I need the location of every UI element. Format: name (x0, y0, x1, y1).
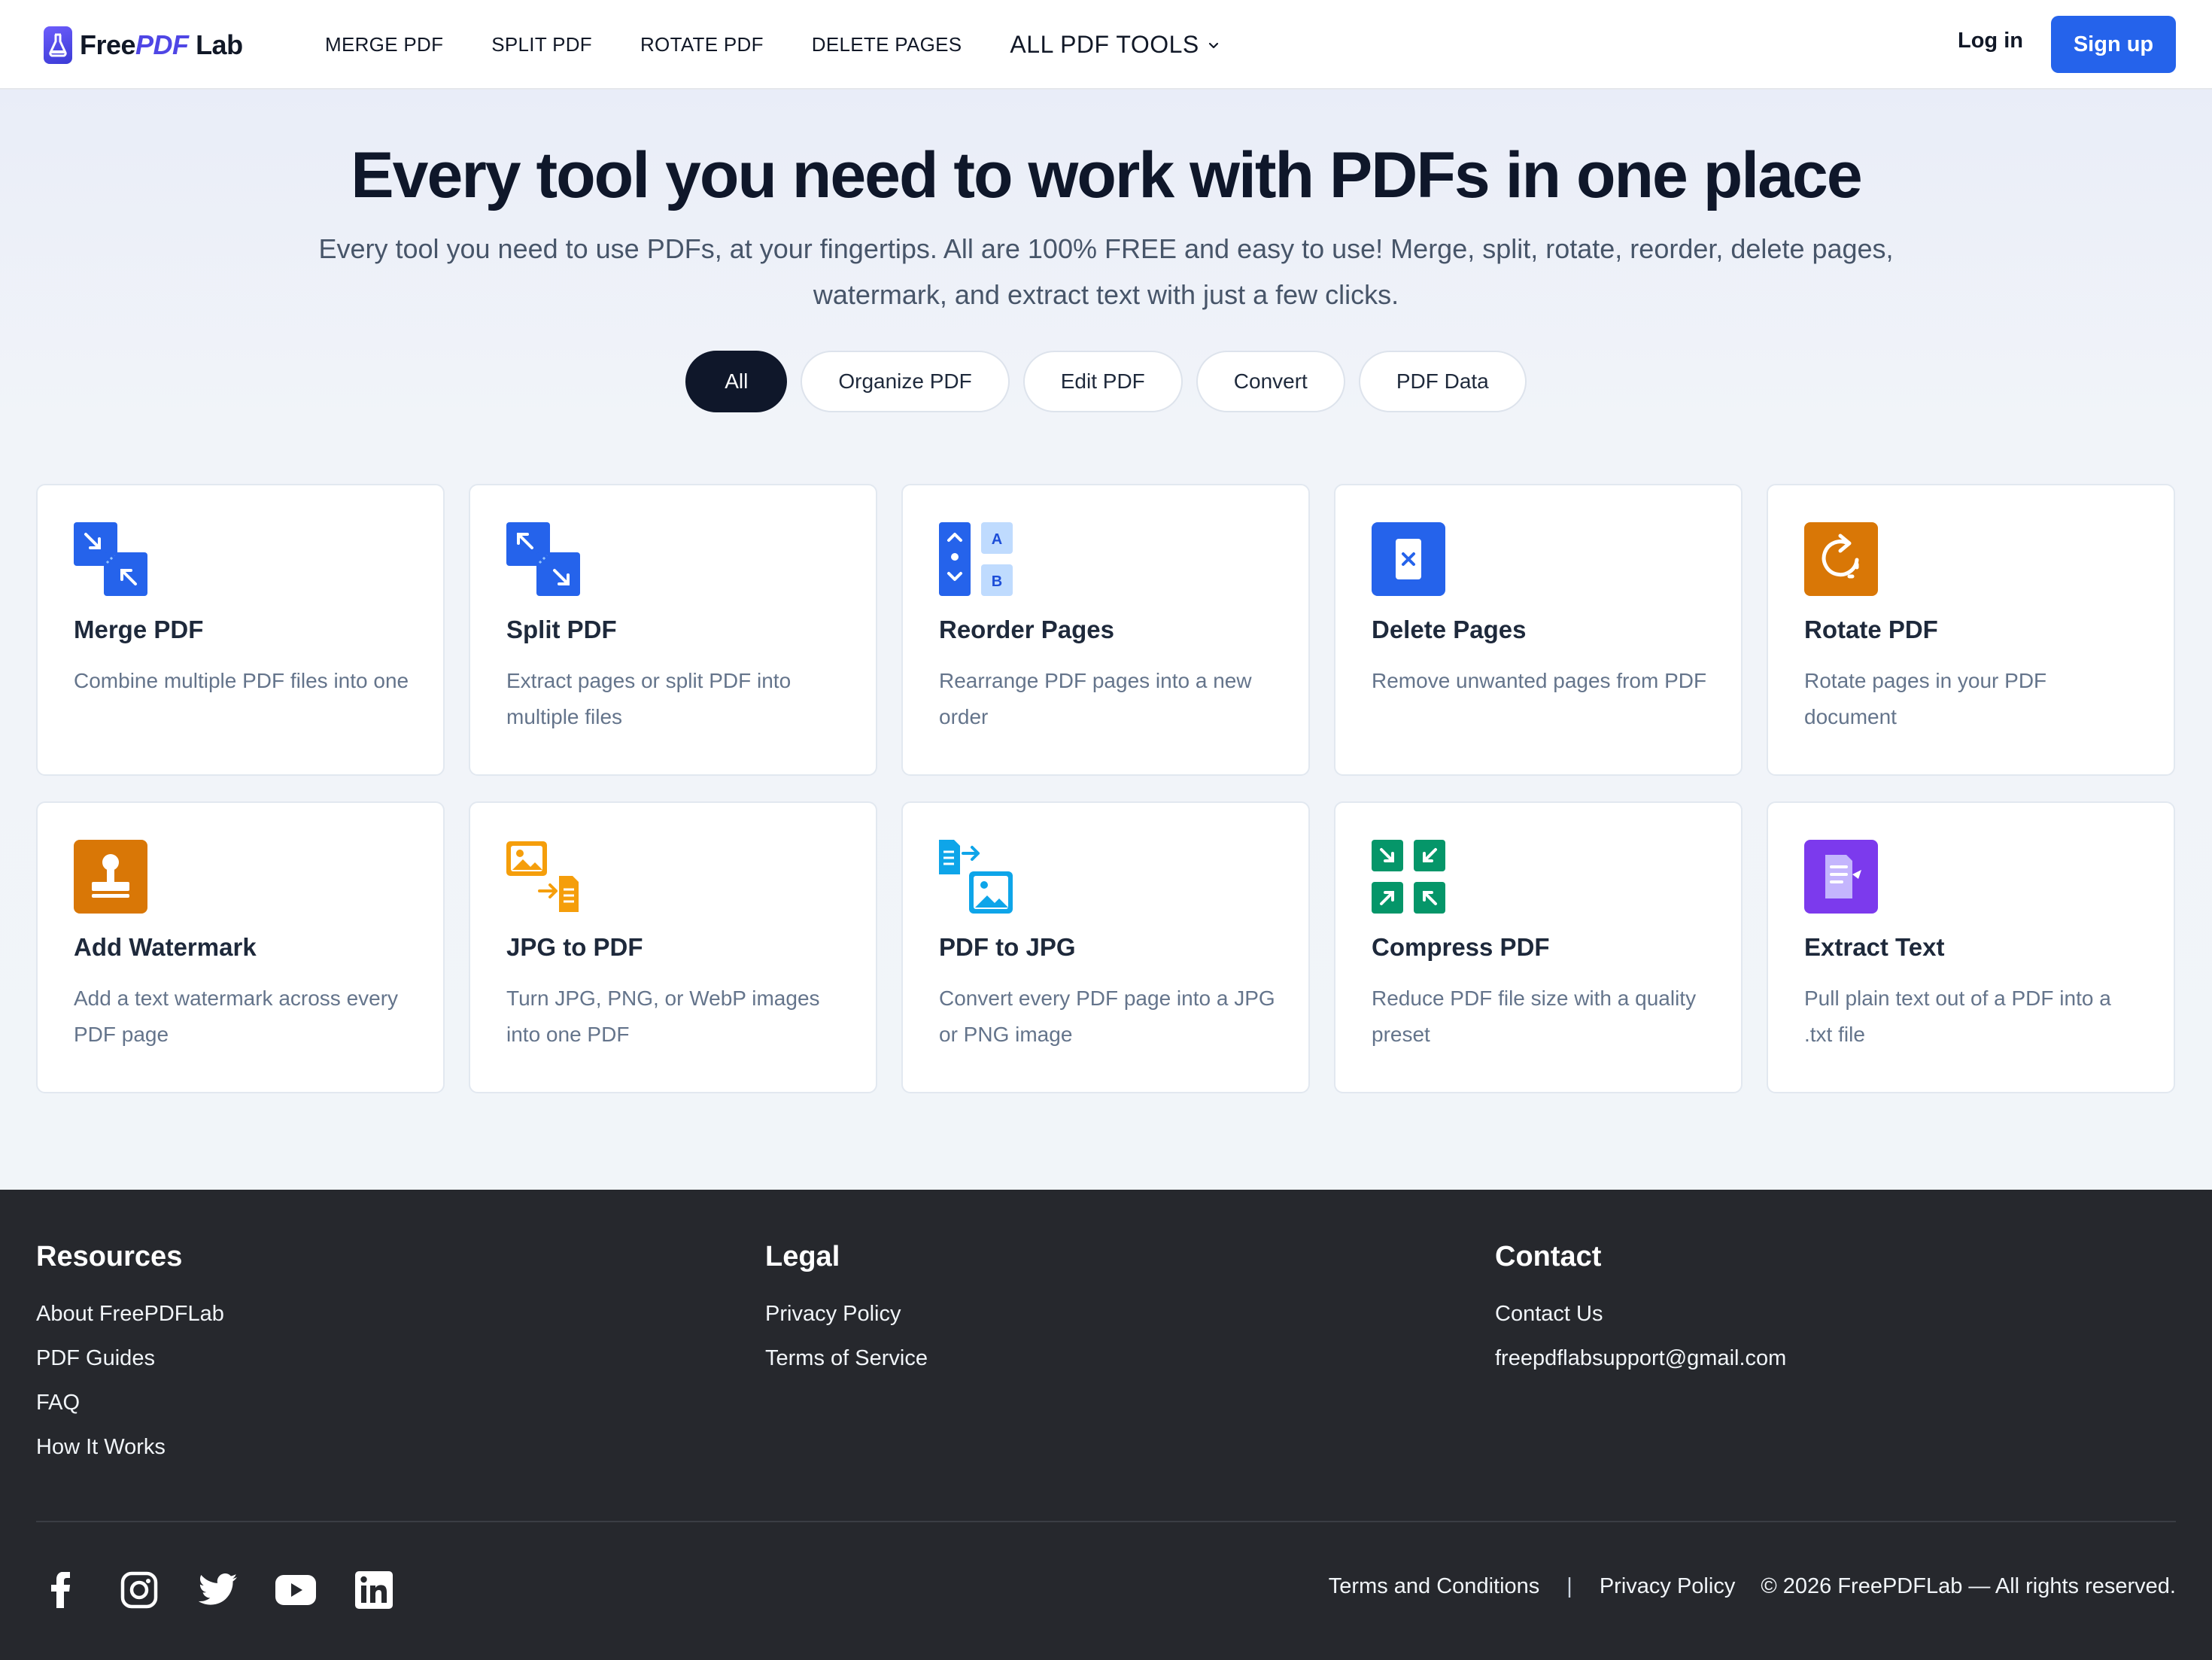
brand-logo[interactable]: FreePDF Lab (44, 25, 243, 65)
tool-desc: Extract pages or split PDF into multiple… (506, 669, 792, 728)
svg-text:A: A (992, 531, 1002, 548)
tool-title: JPG to PDF (506, 933, 643, 961)
top-navbar: FreePDF Lab MERGE PDF SPLIT PDF ROTATE P… (0, 0, 2212, 90)
brand-name: FreePDF Lab (80, 29, 243, 61)
tool-desc: Reduce PDF file size with a quality pres… (1372, 987, 1697, 1046)
brand-free: Free (80, 29, 136, 60)
footer-link-contact-us[interactable]: Contact Us (1495, 1302, 1786, 1326)
footer-resources: Resources About FreePDFLab PDF Guides FA… (36, 1241, 224, 1479)
chevron-down-icon (1208, 42, 1218, 48)
tool-desc: Remove unwanted pages from PDF (1372, 669, 1707, 692)
tool-grid: Merge PDF Combine multiple PDF files int… (36, 484, 2176, 1093)
tool-title: PDF to JPG (939, 933, 1076, 961)
tool-card-delete-pages[interactable]: Delete Pages Remove unwanted pages from … (1334, 484, 1743, 776)
footer-legal: Legal Privacy Policy Terms of Service (765, 1241, 928, 1391)
tool-desc: Turn JPG, PNG, or WebP images into one P… (506, 987, 820, 1046)
split-icon (506, 522, 580, 596)
filter-organize-pdf[interactable]: Organize PDF (801, 351, 1010, 412)
tool-desc: Rotate pages in your PDF document (1804, 669, 2047, 728)
filter-edit-pdf[interactable]: Edit PDF (1022, 351, 1183, 412)
tool-desc: Convert every PDF page into a JPG or PNG… (939, 987, 1275, 1046)
footer-link-email[interactable]: freepdflabsupport@gmail.com (1495, 1346, 1786, 1370)
footer-separator: | (1566, 1574, 1572, 1598)
filter-pdf-data[interactable]: PDF Data (1358, 351, 1527, 412)
instagram-icon[interactable] (119, 1570, 160, 1610)
nav-split-pdf[interactable]: SPLIT PDF (491, 33, 592, 56)
filter-all[interactable]: All (685, 351, 788, 412)
rotate-icon (1804, 522, 1878, 596)
tool-card-jpg-to-pdf[interactable]: JPG to PDF Turn JPG, PNG, or WebP images… (469, 801, 877, 1093)
facebook-icon[interactable] (41, 1570, 81, 1610)
brand-lab: Lab (196, 29, 243, 60)
footer-link-privacy[interactable]: Privacy Policy (765, 1302, 928, 1326)
tool-card-split-pdf[interactable]: Split PDF Extract pages or split PDF int… (469, 484, 877, 776)
tool-title: Rotate PDF (1804, 616, 1938, 643)
flask-icon (44, 26, 72, 64)
nav-rotate-pdf[interactable]: ROTATE PDF (640, 33, 764, 56)
delete-page-icon (1372, 522, 1445, 596)
tool-title: Extract Text (1804, 933, 1945, 961)
pdf-to-image-icon (939, 840, 1013, 914)
nav-all-pdf-tools-label: ALL PDF TOOLS (1010, 31, 1199, 58)
footer-resources-title: Resources (36, 1241, 183, 1272)
page-subtitle: Every tool you need to use PDFs, at your… (318, 233, 1894, 310)
tool-card-add-watermark[interactable]: Add Watermark Add a text watermark acros… (36, 801, 445, 1093)
footer-privacy-policy[interactable]: Privacy Policy (1600, 1574, 1736, 1599)
nav-merge-pdf[interactable]: MERGE PDF (325, 33, 443, 56)
merge-icon (74, 522, 147, 596)
tool-title: Split PDF (506, 616, 617, 643)
tool-title: Delete Pages (1372, 616, 1527, 643)
extract-text-icon (1804, 840, 1878, 914)
footer-link-faq[interactable]: FAQ (36, 1391, 224, 1415)
footer-contact-title: Contact (1495, 1241, 1602, 1272)
tool-desc: Add a text watermark across every PDF pa… (74, 987, 399, 1046)
login-link[interactable]: Log in (1958, 29, 2023, 53)
tool-title: Add Watermark (74, 933, 257, 961)
brand-pdf: PDF (135, 29, 189, 60)
tool-desc: Rearrange PDF pages into a new order (939, 669, 1252, 728)
category-filters: All Organize PDF Edit PDF Convert PDF Da… (0, 351, 2212, 412)
footer-terms-conditions[interactable]: Terms and Conditions (1329, 1574, 1539, 1599)
twitter-icon[interactable] (197, 1570, 238, 1610)
tool-title: Compress PDF (1372, 933, 1550, 961)
tool-card-rotate-pdf[interactable]: Rotate PDF Rotate pages in your PDF docu… (1767, 484, 2175, 776)
compress-icon (1372, 840, 1445, 914)
tool-card-extract-text[interactable]: Extract Text Pull plain text out of a PD… (1767, 801, 2175, 1093)
reorder-icon: A B (939, 522, 1013, 596)
tool-title: Reorder Pages (939, 616, 1114, 643)
copyright-text: © 2026 FreePDFLab — All rights reserved. (1761, 1574, 2176, 1598)
signup-button[interactable]: Sign up (2051, 16, 2176, 73)
footer-bottom-links: Terms and Conditions | Privacy Policy © … (1329, 1574, 2176, 1599)
tool-card-pdf-to-jpg[interactable]: PDF to JPG Convert every PDF page into a… (901, 801, 1310, 1093)
main-nav: MERGE PDF SPLIT PDF ROTATE PDF DELETE PA… (325, 0, 1269, 90)
footer-contact: Contact Contact Us freepdflabsupport@gma… (1495, 1241, 1786, 1391)
tool-card-merge-pdf[interactable]: Merge PDF Combine multiple PDF files int… (36, 484, 445, 776)
tool-desc: Pull plain text out of a PDF into a .txt… (1804, 987, 2111, 1046)
nav-all-pdf-tools[interactable]: ALL PDF TOOLS (1010, 31, 1220, 59)
footer-divider (36, 1521, 2176, 1522)
svg-text:B: B (992, 573, 1002, 590)
image-to-pdf-icon (506, 841, 579, 912)
tool-card-reorder-pages[interactable]: A B Reorder Pages Rearrange PDF pages in… (901, 484, 1310, 776)
page-title: Every tool you need to work with PDFs in… (351, 139, 1862, 211)
footer-link-terms[interactable]: Terms of Service (765, 1346, 928, 1370)
site-footer: Resources About FreePDFLab PDF Guides FA… (0, 1190, 2212, 1660)
footer-link-how-it-works[interactable]: How It Works (36, 1435, 224, 1459)
tool-title: Merge PDF (74, 616, 204, 643)
nav-delete-pages[interactable]: DELETE PAGES (812, 33, 962, 56)
hero-section: Every tool you need to work with PDFs in… (0, 90, 2212, 1190)
stamp-icon (74, 840, 147, 914)
linkedin-icon[interactable] (354, 1570, 394, 1610)
footer-link-guides[interactable]: PDF Guides (36, 1346, 224, 1370)
social-links (41, 1570, 394, 1610)
footer-link-about[interactable]: About FreePDFLab (36, 1302, 224, 1326)
tool-card-compress-pdf[interactable]: Compress PDF Reduce PDF file size with a… (1334, 801, 1743, 1093)
youtube-icon[interactable] (275, 1570, 316, 1610)
filter-convert[interactable]: Convert (1196, 351, 1345, 412)
footer-legal-title: Legal (765, 1241, 840, 1272)
tool-desc: Combine multiple PDF files into one (74, 669, 409, 692)
